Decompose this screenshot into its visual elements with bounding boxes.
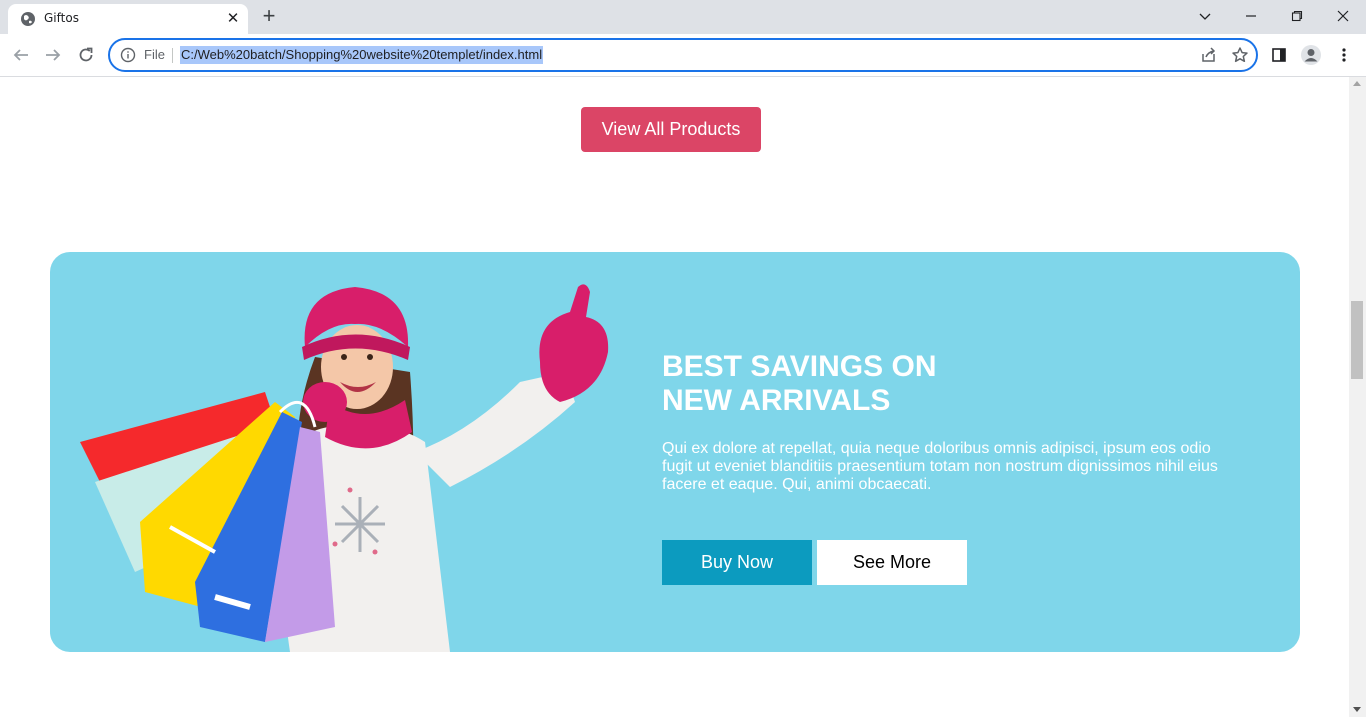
promo-banner: BEST SAVINGS ON NEW ARRIVALS Qui ex dolo… <box>50 252 1300 652</box>
scrollbar-thumb[interactable] <box>1351 301 1363 379</box>
restore-icon[interactable] <box>1274 0 1320 30</box>
vertical-scrollbar[interactable] <box>1349 77 1366 717</box>
tab-title: Giftos <box>44 11 79 25</box>
forward-icon[interactable] <box>42 44 64 66</box>
banner-title-line-1: BEST SAVINGS ON <box>662 350 937 383</box>
address-bar[interactable]: File C:/Web%20batch/Shopping%20website%2… <box>108 38 1258 72</box>
star-icon[interactable] <box>1231 46 1249 64</box>
side-panel-icon[interactable] <box>1268 44 1290 66</box>
profile-icon[interactable] <box>1300 44 1322 66</box>
banner-title: BEST SAVINGS ON NEW ARRIVALS <box>662 350 1062 418</box>
scheme-label: File <box>144 47 165 62</box>
see-more-button[interactable]: See More <box>817 540 967 585</box>
banner-description: Qui ex dolore at repellat, quia neque do… <box>662 440 1218 493</box>
buy-now-button[interactable]: Buy Now <box>662 540 812 585</box>
reload-icon[interactable] <box>75 44 97 66</box>
tab-strip: Giftos ✕ + <box>0 0 1366 34</box>
close-icon[interactable]: ✕ <box>224 10 242 28</box>
browser-tab[interactable]: Giftos ✕ <box>8 4 248 34</box>
info-icon[interactable] <box>120 47 136 63</box>
more-icon[interactable] <box>1333 44 1355 66</box>
scroll-up-arrow[interactable] <box>1353 81 1361 86</box>
share-icon[interactable] <box>1200 46 1218 64</box>
plus-icon[interactable]: + <box>258 5 280 28</box>
omnibox-divider <box>172 48 173 63</box>
girl-with-shopping-bags-image <box>80 284 609 652</box>
browser-toolbar: File C:/Web%20batch/Shopping%20website%2… <box>0 34 1366 77</box>
url-text[interactable]: C:/Web%20batch/Shopping%20website%20temp… <box>180 46 544 64</box>
globe-icon <box>21 12 35 26</box>
scroll-down-arrow[interactable] <box>1353 707 1361 712</box>
banner-title-line-2: NEW ARRIVALS <box>662 384 891 417</box>
view-all-products-button[interactable]: View All Products <box>581 107 761 152</box>
chevron-down-icon[interactable] <box>1182 0 1228 30</box>
window-close-icon[interactable] <box>1320 0 1366 30</box>
minimize-icon[interactable] <box>1228 0 1274 30</box>
back-icon[interactable] <box>10 44 32 66</box>
